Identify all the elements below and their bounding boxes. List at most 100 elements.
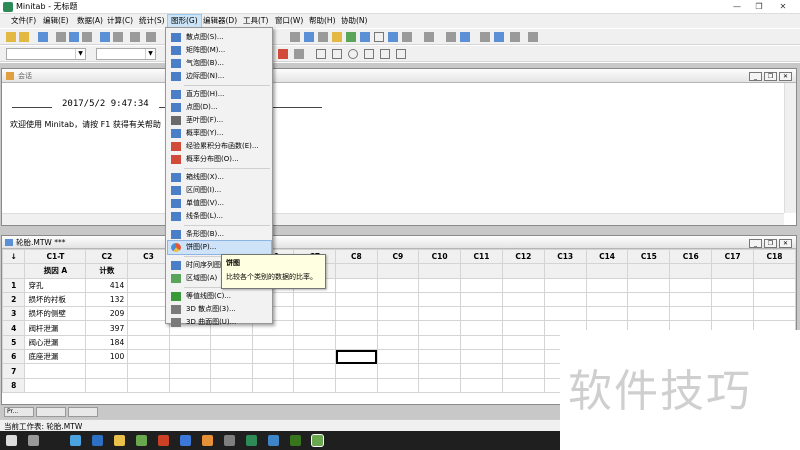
- row-header[interactable]: 1: [2, 277, 26, 293]
- data-cell[interactable]: [418, 291, 462, 308]
- data-cell[interactable]: [168, 334, 212, 351]
- arrow-tool-icon[interactable]: [396, 49, 406, 59]
- column-name-cell[interactable]: [753, 263, 796, 279]
- data-cell[interactable]: [501, 363, 545, 379]
- data-cell[interactable]: [127, 363, 170, 379]
- tile-icon[interactable]: [388, 32, 398, 42]
- data-cell[interactable]: [543, 277, 587, 293]
- menu-edit[interactable]: 编辑(E): [40, 15, 72, 27]
- row-header[interactable]: 8: [2, 377, 26, 393]
- data-cell[interactable]: [251, 334, 295, 351]
- graph-folder-icon[interactable]: [346, 32, 356, 42]
- data-cell[interactable]: 穿孔: [24, 277, 87, 293]
- column-header[interactable]: C14: [585, 248, 629, 265]
- polygon-tool-icon[interactable]: [364, 49, 374, 59]
- data-cell[interactable]: [168, 377, 212, 393]
- data-cell[interactable]: [210, 349, 253, 365]
- column-header[interactable]: C13: [543, 248, 587, 265]
- data-cell[interactable]: 阀心泄漏: [24, 334, 87, 351]
- column-name-cell[interactable]: [418, 263, 462, 279]
- session-horizontal-scrollbar[interactable]: [2, 213, 784, 225]
- column-header[interactable]: C18: [753, 248, 796, 265]
- data-cell[interactable]: [127, 306, 170, 322]
- taskbar-app-icon[interactable]: [224, 435, 235, 446]
- column-name-cell[interactable]: [460, 263, 503, 279]
- graph-menu-item[interactable]: 区间图(I)...: [168, 184, 271, 197]
- data-cell[interactable]: [251, 363, 295, 379]
- row-header[interactable]: 4: [2, 320, 26, 336]
- data-cell[interactable]: [210, 334, 253, 351]
- data-cell[interactable]: 损坏的侧壁: [24, 306, 87, 322]
- column-header[interactable]: C8: [335, 248, 378, 265]
- data-cell[interactable]: [210, 363, 253, 379]
- edit-line-icon[interactable]: [510, 32, 520, 42]
- taskbar-app-icon[interactable]: [246, 435, 257, 446]
- column-name-cell[interactable]: [501, 263, 545, 279]
- minimize-icon[interactable]: _: [749, 72, 762, 81]
- data-cell[interactable]: 414: [85, 277, 129, 293]
- data-cell[interactable]: [501, 334, 545, 351]
- data-cell[interactable]: 209: [85, 306, 129, 322]
- data-cell[interactable]: [293, 306, 337, 322]
- data-cell[interactable]: [418, 363, 462, 379]
- eraser-icon[interactable]: [528, 32, 538, 42]
- data-cell[interactable]: [24, 363, 87, 379]
- data-cell[interactable]: [418, 277, 462, 293]
- data-cell[interactable]: [376, 363, 420, 379]
- data-cell[interactable]: [376, 277, 420, 293]
- menu-stat[interactable]: 统计(S): [136, 15, 168, 27]
- taskview-icon[interactable]: [28, 435, 39, 446]
- data-cell[interactable]: [627, 277, 671, 293]
- data-cell[interactable]: [669, 306, 713, 322]
- graph-menu-item[interactable]: 3D 曲面图(U)...: [168, 316, 271, 329]
- menu-graph[interactable]: 图形(G): [167, 14, 202, 28]
- data-cell[interactable]: [753, 291, 796, 308]
- data-cell[interactable]: [335, 334, 378, 351]
- session-vertical-scrollbar[interactable]: [784, 83, 796, 213]
- toolbar-misc-icon[interactable]: [146, 32, 156, 42]
- tool-icon[interactable]: [480, 32, 490, 42]
- redo-icon[interactable]: [113, 32, 123, 42]
- data-cell[interactable]: [460, 291, 503, 308]
- data-cell[interactable]: [251, 377, 295, 393]
- font-combo[interactable]: ▼: [6, 48, 86, 60]
- data-cell[interactable]: [669, 277, 713, 293]
- minimized-window[interactable]: [68, 407, 98, 417]
- column-name-cell[interactable]: [127, 263, 170, 279]
- graph-menu-item[interactable]: 边际图(N)...: [168, 70, 271, 83]
- data-cell[interactable]: [753, 306, 796, 322]
- graph-menu-item[interactable]: 单值图(V)...: [168, 197, 271, 210]
- paste-icon[interactable]: [82, 32, 92, 42]
- graph-menu-item[interactable]: 点图(D)...: [168, 101, 271, 114]
- sort-icon[interactable]: [460, 32, 470, 42]
- close-icon[interactable]: ✕: [779, 72, 792, 81]
- menu-assistant[interactable]: 协助(N): [338, 15, 370, 27]
- taskbar-app-icon[interactable]: [114, 435, 125, 446]
- data-cell[interactable]: 底座泄漏: [24, 349, 87, 365]
- toolbar-misc-icon[interactable]: [130, 32, 140, 42]
- project-icon[interactable]: [318, 32, 328, 42]
- graph-menu-item[interactable]: 饼图(P)...: [167, 240, 272, 255]
- data-cell[interactable]: [127, 320, 170, 336]
- column-header[interactable]: C15: [627, 248, 671, 265]
- graph-menu-item[interactable]: 直方图(H)...: [168, 88, 271, 101]
- data-cell[interactable]: [335, 320, 378, 336]
- minitab-taskbar-icon[interactable]: [311, 434, 324, 447]
- data-cell[interactable]: [501, 291, 545, 308]
- rectangle-tool-icon[interactable]: [332, 49, 342, 59]
- minimized-window[interactable]: [36, 407, 66, 417]
- data-cell[interactable]: [543, 291, 587, 308]
- graph-menu-item[interactable]: 等值线图(C)...: [168, 290, 271, 303]
- data-cell[interactable]: [127, 334, 170, 351]
- data-cell[interactable]: [293, 291, 337, 308]
- data-cell[interactable]: [335, 377, 378, 393]
- data-cell[interactable]: [418, 334, 462, 351]
- minimize-window-button[interactable]: —: [730, 1, 744, 13]
- column-header[interactable]: C11: [460, 248, 503, 265]
- column-header[interactable]: C3: [127, 248, 170, 265]
- data-cell[interactable]: [85, 377, 129, 393]
- restore-icon[interactable]: ❐: [764, 239, 777, 248]
- column-name-cell[interactable]: [335, 263, 378, 279]
- data-cell[interactable]: [711, 277, 755, 293]
- taskbar-app-icon[interactable]: [136, 435, 147, 446]
